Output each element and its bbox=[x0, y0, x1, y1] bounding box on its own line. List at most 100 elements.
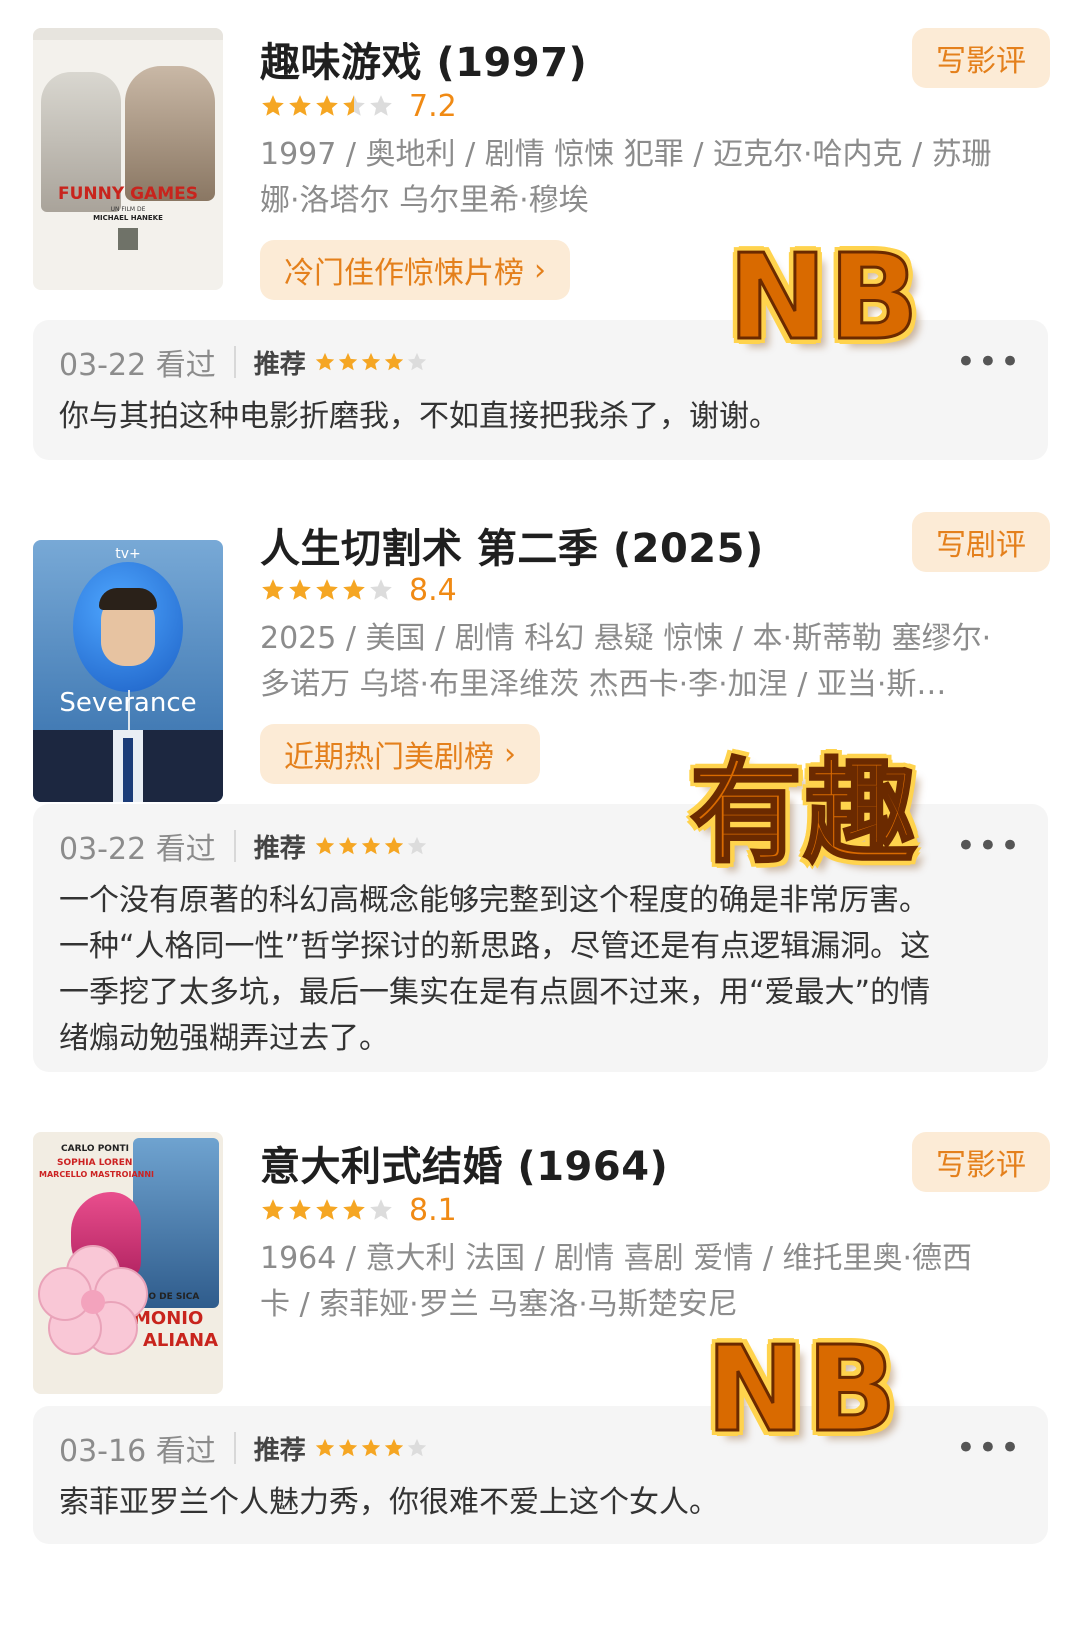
meta-line: 娜·洛塔尔 乌尔里希·穆埃 bbox=[260, 183, 589, 218]
comment-header: 03-22 看过 推荐 bbox=[59, 340, 429, 384]
poster-image[interactable]: CARLO PONTI SOPHIA LOREN MARCELLO MASTRO… bbox=[33, 1132, 223, 1394]
meta-info: 1997 / 奥地利 / 剧情 惊悚 犯罪 / 迈克尔·哈内克 / 苏珊 娜·洛… bbox=[260, 132, 1040, 224]
poster-thumbnail bbox=[118, 228, 138, 250]
star-filled-icon bbox=[338, 836, 357, 855]
ranking-list-button[interactable]: 冷门佳作惊悚片榜 › bbox=[260, 240, 570, 300]
star-filled-icon bbox=[262, 579, 284, 600]
score: 8.1 bbox=[409, 1192, 457, 1228]
star-half-icon bbox=[343, 95, 365, 116]
star-filled-icon bbox=[316, 95, 338, 116]
poster-title: Severance bbox=[59, 688, 197, 718]
poster-credit: CARLO PONTI bbox=[61, 1144, 129, 1154]
write-review-button[interactable]: 写剧评 bbox=[912, 512, 1050, 572]
title[interactable]: 人生切割术 第二季 (2025) bbox=[260, 516, 764, 574]
title[interactable]: 意大利式结婚 (1964) bbox=[260, 1134, 668, 1192]
more-dots-icon[interactable]: ••• bbox=[956, 1426, 1022, 1470]
star-filled-icon bbox=[262, 95, 284, 116]
recommend-label: 推荐 bbox=[253, 833, 306, 864]
meta-line: 1964 / 意大利 法国 / 剧情 喜剧 爱情 / 维托里奥·德西 bbox=[260, 1241, 973, 1276]
poster-brand: tv+ bbox=[115, 546, 141, 562]
write-review-button[interactable]: 写影评 bbox=[912, 28, 1050, 88]
meta-line: 卡 / 索菲娅·罗兰 马塞洛·马斯楚安尼 bbox=[260, 1287, 738, 1322]
divider bbox=[233, 830, 236, 862]
star-filled-icon bbox=[289, 1199, 311, 1220]
comment-line: 一个没有原著的科幻高概念能够完整到这个程度的确是非常厉害。 bbox=[59, 883, 929, 918]
star-filled-icon bbox=[289, 95, 311, 116]
poster-credit: MARCELLO MASTROIANNI bbox=[39, 1170, 155, 1179]
star-filled-icon bbox=[338, 352, 357, 371]
poster-title: FUNNY GAMES bbox=[58, 184, 198, 204]
score: 8.4 bbox=[409, 572, 457, 608]
watch-date: 03-22 看过 bbox=[59, 832, 216, 867]
recommend-stars bbox=[314, 351, 429, 373]
recommend-label: 推荐 bbox=[253, 1435, 306, 1466]
comment-line: 索菲亚罗兰个人魅力秀，你很难不爱上这个女人。 bbox=[59, 1485, 719, 1520]
ranking-list-label: 冷门佳作惊悚片榜 bbox=[284, 256, 524, 291]
star-filled-icon bbox=[289, 579, 311, 600]
recommend-label: 推荐 bbox=[253, 349, 306, 380]
poster-director: MICHAEL HANEKE bbox=[93, 214, 163, 222]
star-filled-icon bbox=[338, 1438, 357, 1457]
write-review-button[interactable]: 写影评 bbox=[912, 1132, 1050, 1192]
star-filled-icon bbox=[315, 352, 334, 371]
star-filled-icon bbox=[361, 1438, 380, 1457]
comment-line: 你与其拍这种电影折磨我，不如直接把我杀了，谢谢。 bbox=[59, 399, 779, 434]
comment-card: 03-16 看过 推荐 ••• 索菲亚罗兰个人魅力秀，你很难不爱上这个女人。 bbox=[33, 1406, 1048, 1544]
divider bbox=[233, 346, 236, 378]
star-empty-icon bbox=[407, 836, 426, 855]
star-filled-icon bbox=[262, 1199, 284, 1220]
watch-date: 03-16 看过 bbox=[59, 1434, 216, 1469]
poster-subtitle: UN FILM DE bbox=[110, 206, 146, 213]
star-filled-icon bbox=[343, 579, 365, 600]
poster-credit: SOPHIA LOREN bbox=[57, 1158, 133, 1168]
meta-line: 2025 / 美国 / 剧情 科幻 悬疑 惊悚 / 本·斯蒂勒 塞缪尔· bbox=[260, 621, 992, 656]
recommend-stars bbox=[314, 1437, 429, 1459]
star-filled-icon bbox=[316, 1199, 338, 1220]
poster-image[interactable]: tv+ Severance bbox=[33, 540, 223, 802]
star-filled-icon bbox=[315, 836, 334, 855]
poster-image[interactable]: FUNNY GAMES UN FILM DE MICHAEL HANEKE bbox=[33, 28, 223, 290]
star-filled-icon bbox=[316, 579, 338, 600]
rating-row: 8.4 bbox=[260, 572, 457, 608]
comment-line: 一种“人格同一性”哲学探讨的新思路，尽管还是有点逻辑漏洞。这 bbox=[59, 929, 931, 964]
recommend-stars bbox=[314, 835, 429, 857]
star-filled-icon bbox=[315, 1438, 334, 1457]
poster-credit-title: IO DE SICA bbox=[145, 1292, 200, 1302]
star-filled-icon bbox=[343, 1199, 365, 1220]
more-dots-icon[interactable]: ••• bbox=[956, 824, 1022, 868]
rating-stars bbox=[260, 577, 395, 603]
comment-text: 你与其拍这种电影折磨我，不如直接把我杀了，谢谢。 bbox=[59, 394, 1012, 440]
comment-header: 03-16 看过 推荐 bbox=[59, 1426, 429, 1470]
chevron-right-icon: › bbox=[534, 252, 546, 288]
comment-line: 绪煽动勉强糊弄过去了。 bbox=[59, 1021, 389, 1056]
flower-sticker-icon bbox=[38, 1245, 148, 1355]
score: 7.2 bbox=[409, 88, 457, 124]
comment-line: 一季挖了太多坑，最后一集实在是有点圆不过来，用“爱最大”的情 bbox=[59, 975, 931, 1010]
title[interactable]: 趣味游戏 (1997) bbox=[260, 30, 587, 88]
comment-text: 索菲亚罗兰个人魅力秀，你很难不爱上这个女人。 bbox=[59, 1480, 1012, 1526]
comment-card: 03-22 看过 推荐 ••• 你与其拍这种电影折磨我，不如直接把我杀了，谢谢。 bbox=[33, 320, 1048, 460]
ranking-list-button[interactable]: 近期热门美剧榜 › bbox=[260, 724, 540, 784]
star-filled-icon bbox=[384, 352, 403, 371]
divider bbox=[233, 1432, 236, 1464]
poster-person-right bbox=[125, 66, 215, 201]
meta-line: 1997 / 奥地利 / 剧情 惊悚 犯罪 / 迈克尔·哈内克 / 苏珊 bbox=[260, 137, 992, 172]
poster-tie bbox=[123, 738, 133, 802]
more-dots-icon[interactable]: ••• bbox=[956, 340, 1022, 384]
star-empty-icon bbox=[370, 95, 392, 116]
star-empty-icon bbox=[370, 1199, 392, 1220]
chevron-right-icon: › bbox=[504, 736, 516, 772]
ranking-list-label: 近期热门美剧榜 bbox=[284, 740, 494, 775]
star-empty-icon bbox=[370, 579, 392, 600]
comment-header: 03-22 看过 推荐 bbox=[59, 824, 429, 868]
comment-text: 一个没有原著的科幻高概念能够完整到这个程度的确是非常厉害。 一种“人格同一性”哲… bbox=[59, 878, 1012, 1062]
rating-row: 7.2 bbox=[260, 88, 457, 124]
poster-title: ALIANA bbox=[143, 1330, 219, 1351]
comment-card: 03-22 看过 推荐 ••• 一个没有原著的科幻高概念能够完整到这个程度的确是… bbox=[33, 804, 1048, 1072]
star-empty-icon bbox=[407, 1438, 426, 1457]
meta-line: 多诺万 乌塔·布里泽维茨 杰西卡·李·加涅 / 亚当·斯… bbox=[260, 667, 947, 702]
star-filled-icon bbox=[361, 836, 380, 855]
star-empty-icon bbox=[407, 352, 426, 371]
star-filled-icon bbox=[384, 836, 403, 855]
meta-info: 1964 / 意大利 法国 / 剧情 喜剧 爱情 / 维托里奥·德西 卡 / 索… bbox=[260, 1236, 1040, 1328]
